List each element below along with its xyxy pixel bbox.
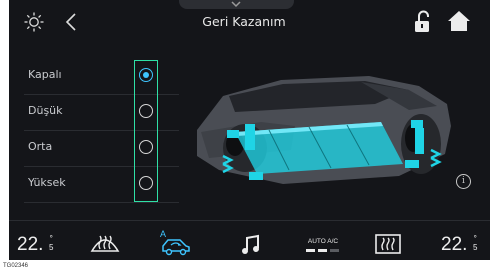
radio-orta[interactable] [139, 140, 153, 154]
music-icon[interactable] [240, 234, 262, 256]
option-label-yuksek[interactable]: Yüksek [28, 176, 66, 189]
radio-yuksek[interactable] [139, 176, 153, 190]
page-title: Geri Kazanım [202, 14, 286, 29]
pull-down-tab[interactable] [179, 0, 294, 9]
car-recirculation-icon[interactable] [160, 236, 192, 258]
rear-defrost-icon[interactable] [374, 233, 402, 255]
radio-kapali[interactable] [139, 68, 153, 82]
front-defrost-icon[interactable] [90, 231, 120, 255]
info-icon[interactable]: i [456, 174, 471, 189]
radio-dusuk[interactable] [139, 104, 153, 118]
chevron-down-icon [231, 1, 241, 8]
temp-right[interactable]: 22. [441, 234, 467, 256]
temp-left[interactable]: 22. [17, 234, 43, 256]
option-label-dusuk[interactable]: Düşük [28, 104, 63, 117]
option-label-orta[interactable]: Orta [28, 140, 52, 153]
divider [24, 202, 179, 203]
figure-code: TG02346 [3, 263, 29, 269]
auto-ac-label[interactable]: AUTO A/C [302, 238, 344, 245]
brightness-icon[interactable] [24, 12, 44, 32]
car-illustration [197, 76, 451, 184]
fan-level-indicator [306, 249, 339, 252]
bottom-bar-divider [9, 220, 490, 221]
home-icon[interactable] [446, 9, 472, 33]
back-arrow-icon[interactable] [64, 12, 78, 32]
unlock-icon[interactable] [414, 10, 432, 34]
option-label-kapali[interactable]: Kapalı [28, 68, 62, 81]
infotainment-screen: Geri Kazanım Kapalı Düşük Orta Yüksek i … [9, 0, 490, 260]
temp-right-unit: ° 5 [473, 234, 478, 252]
temp-left-unit: ° 5 [49, 234, 54, 252]
